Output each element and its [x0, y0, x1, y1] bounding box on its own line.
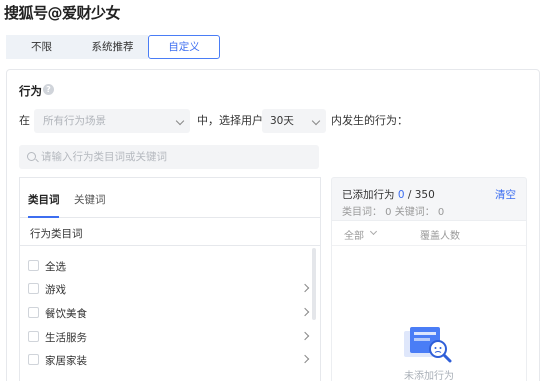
added-count: 0 [397, 189, 405, 201]
scrollbar[interactable] [312, 248, 316, 320]
category-list-panel: 类目词 关键词 行为类目词 全选 游戏 餐饮美食 生活服务 家居家装 [19, 177, 321, 381]
empty-state-text: 未添加行为 [404, 371, 454, 381]
chevron-right-icon[interactable] [300, 354, 310, 364]
behavior-search-box [19, 145, 319, 169]
active-tab-indicator [28, 216, 59, 218]
list-item-label: 游戏 [45, 284, 66, 296]
list-item-life-services[interactable]: 生活服务 [28, 329, 310, 345]
tab-keywords[interactable]: 关键词 [74, 192, 106, 207]
behavior-panel: 行为 ? 在 所有行为场景 中，选择用户 30天 内发生的行为： 类目词 关键词… [6, 69, 540, 381]
list-item-label: 全选 [45, 261, 66, 273]
segment-unlimited[interactable]: 不限 [6, 35, 77, 59]
category-header: 行为类目词 [30, 228, 83, 240]
column-all-filter[interactable]: 全部 [344, 227, 364, 242]
list-item-select-all[interactable]: 全选 [28, 258, 308, 274]
scene-select-placeholder: 所有行为场景 [43, 115, 106, 127]
list-item-home[interactable]: 家居家装 [28, 352, 310, 368]
search-icon [27, 152, 36, 161]
segment-system-recommend[interactable]: 系统推荐 [77, 35, 148, 59]
checkbox[interactable] [28, 331, 39, 342]
divider [332, 245, 526, 246]
checkbox[interactable] [28, 354, 39, 365]
checkbox[interactable] [28, 307, 39, 318]
selected-behaviors-panel: 已添加行为 0 / 350 清空 类目词： 0 关键词： 0 全部 覆盖人数 未… [331, 177, 527, 381]
chevron-down-icon [311, 116, 321, 126]
chevron-right-icon[interactable] [300, 331, 310, 341]
days-select-value: 30天 [270, 115, 294, 127]
word-counts: 类目词： 0 关键词： 0 [342, 207, 445, 218]
checkbox[interactable] [28, 260, 39, 271]
clear-button[interactable]: 清空 [495, 187, 516, 202]
added-prefix: 已添加行为 [342, 189, 395, 201]
list-item-food[interactable]: 餐饮美食 [28, 305, 310, 321]
list-item-label: 生活服务 [45, 332, 87, 344]
list-item-label: 家居家装 [45, 355, 87, 367]
behavior-title: 行为 [19, 84, 42, 98]
behavior-suffix-label: 内发生的行为： [331, 114, 408, 127]
category-tabs: 类目词 关键词 [20, 178, 320, 218]
tab-category-words[interactable]: 类目词 [28, 192, 60, 207]
in-label: 在 [19, 114, 30, 127]
chevron-right-icon[interactable] [300, 283, 310, 293]
list-item-games[interactable]: 游戏 [28, 281, 310, 297]
behavior-search-input[interactable] [41, 145, 311, 169]
chevron-right-icon[interactable] [300, 307, 310, 317]
empty-state-illustration [404, 327, 452, 363]
selected-table: 全部 覆盖人数 未添加行为 [332, 220, 526, 381]
help-icon[interactable]: ? [43, 84, 54, 95]
select-users-label: 中，选择用户 [197, 114, 263, 127]
column-coverage: 覆盖人数 [420, 231, 460, 242]
behavior-scene-select[interactable]: 所有行为场景 [34, 109, 190, 133]
added-count-label: 已添加行为 0 / 350 [342, 187, 435, 202]
days-select[interactable]: 30天 [262, 109, 326, 133]
targeting-mode-segmented: 不限 系统推荐 自定义 [6, 35, 220, 59]
segment-custom[interactable]: 自定义 [148, 35, 220, 59]
checkbox[interactable] [28, 283, 39, 294]
divider [20, 245, 320, 246]
added-total: / 350 [407, 189, 435, 201]
chevron-down-icon[interactable] [369, 227, 378, 236]
list-item-label: 餐饮美食 [45, 308, 87, 320]
chevron-down-icon [175, 116, 185, 126]
watermark-text: 搜狐号@爱财少女 [4, 4, 121, 22]
